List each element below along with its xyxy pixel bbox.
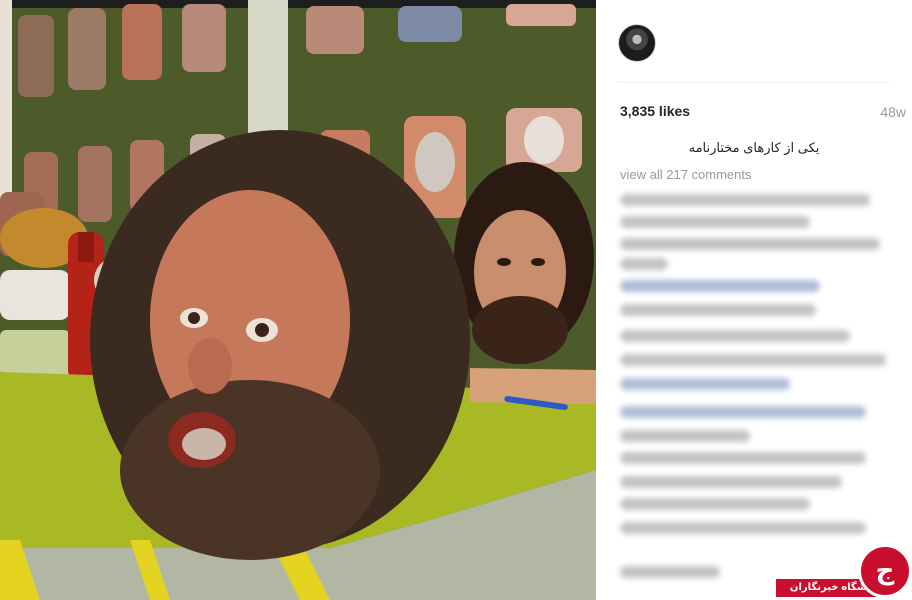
header-divider (618, 82, 890, 83)
blurred-comment (620, 498, 810, 510)
blurred-comment (620, 258, 668, 270)
blurred-comment (620, 476, 842, 488)
profile-avatar[interactable] (618, 24, 656, 62)
blurred-comment (620, 280, 820, 292)
blurred-comment (620, 330, 850, 342)
blurred-comment (620, 194, 870, 206)
post-photo[interactable] (0, 0, 596, 600)
board (470, 368, 596, 404)
photo-illustration (0, 0, 596, 600)
blurred-comment (620, 406, 866, 418)
left-post (0, 0, 12, 200)
blurred-comment (620, 522, 866, 534)
blurred-comment (620, 216, 810, 228)
blurred-comment (620, 430, 750, 442)
top-strip (0, 0, 596, 8)
watermark-logo-icon: ج (858, 544, 912, 598)
post-caption: یکی از کارهای مختارنامه (688, 140, 820, 155)
view-all-comments-link[interactable]: view all 217 comments (620, 167, 752, 182)
blurred-comment (620, 238, 880, 250)
blurred-comment (620, 378, 790, 390)
post-age[interactable]: 48w (880, 104, 906, 120)
blurred-comment (620, 452, 866, 464)
watermark: باشگاه خبرنگاران ج (776, 544, 912, 600)
blurred-comment (620, 566, 720, 578)
blurred-comment (620, 354, 886, 366)
likes-count[interactable]: 3,835 likes (620, 103, 690, 119)
side-top-strip (596, 0, 912, 5)
post-side-panel: 3,835 likes 48w یکی از کارهای مختارنامه … (596, 0, 912, 600)
blurred-comment (620, 304, 816, 316)
